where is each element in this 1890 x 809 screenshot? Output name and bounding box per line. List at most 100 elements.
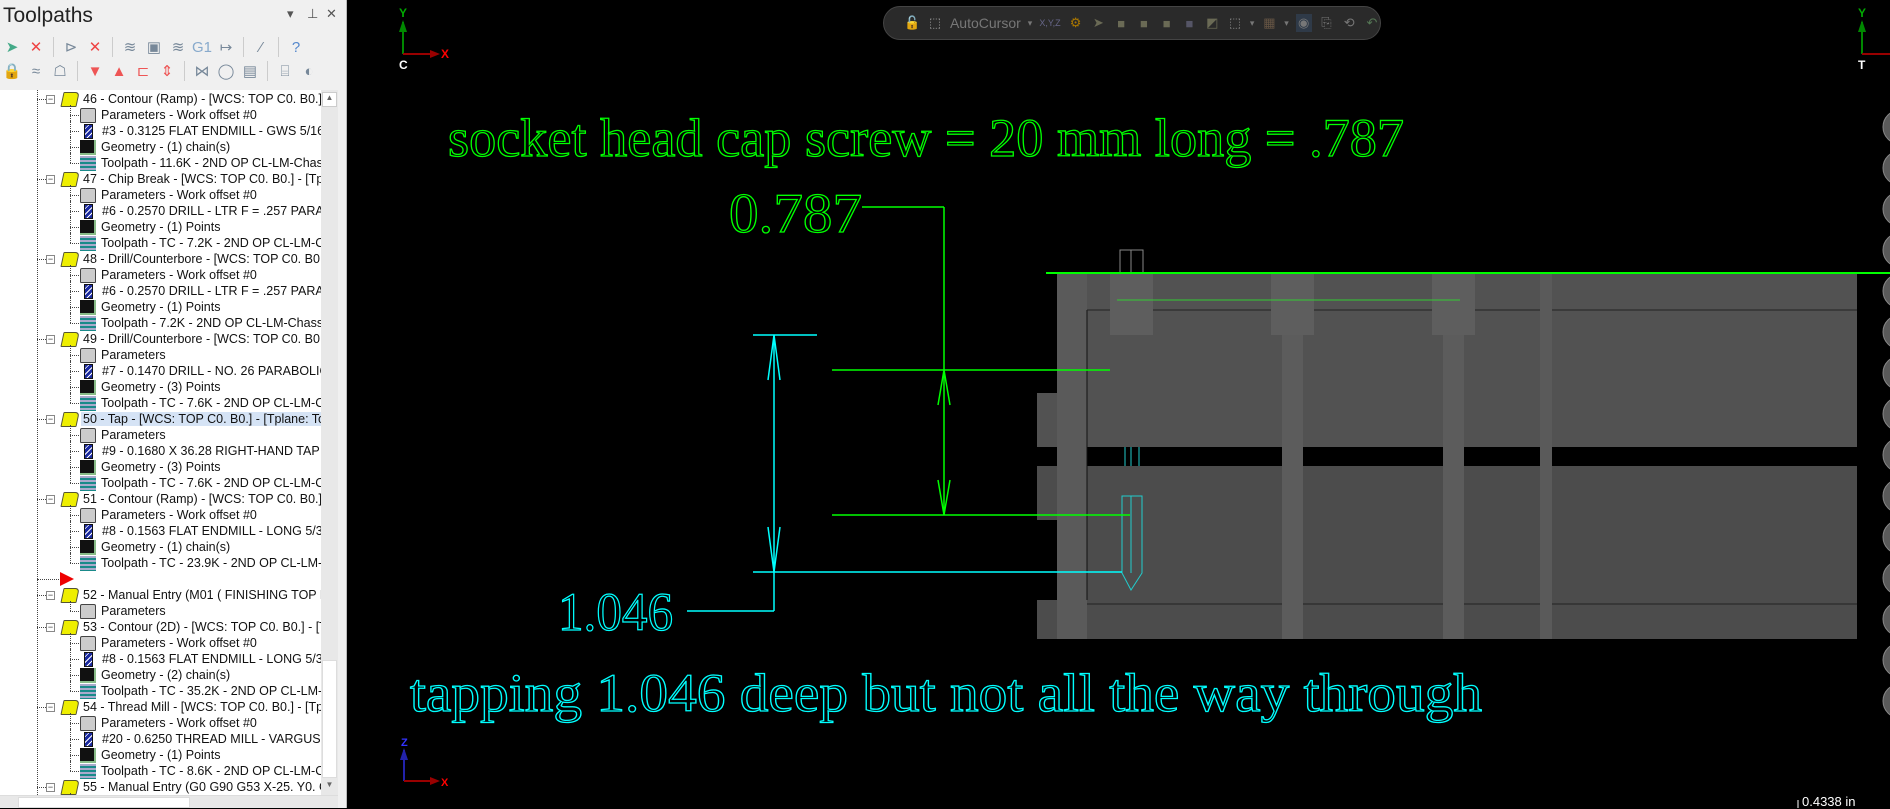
cycle-select-icon[interactable]: ⟲: [1341, 14, 1357, 32]
tree-item-params[interactable]: Parameters - Work offset #0: [80, 635, 259, 651]
shaded-cube-icon[interactable]: ◩: [1204, 14, 1220, 32]
ghost-icon[interactable]: ☖: [50, 61, 70, 81]
scroll-thumb[interactable]: [322, 660, 337, 778]
tree-item-op[interactable]: 55 - Manual Entry (G0 G90 G53 X-25. Y0. …: [60, 779, 321, 795]
tree-item-params[interactable]: Parameters - Work offset #0: [80, 187, 259, 203]
tree-item-op[interactable]: 52 - Manual Entry (M01 ( FINISHING TOP D…: [60, 587, 321, 603]
autocursor-dropdown[interactable]: AutoCursor: [950, 15, 1021, 31]
window-select-icon[interactable]: ⬚: [1227, 14, 1243, 32]
viewport-side-button[interactable]: [1882, 356, 1890, 390]
tree-item-op[interactable]: 54 - Thread Mill - [WCS: TOP C0. B0.] - …: [60, 699, 321, 715]
select-all-icon[interactable]: ➤: [2, 37, 22, 57]
cube-select-icon[interactable]: ■: [1182, 14, 1198, 32]
tree-item-tool[interactable]: #8 - 0.1563 FLAT ENDMILL - LONG 5/32 X 3…: [80, 651, 321, 667]
body-select-icon[interactable]: ■: [1159, 14, 1175, 32]
tree-item-op[interactable]: 46 - Contour (Ramp) - [WCS: TOP C0. B0.]…: [60, 91, 321, 107]
select-pointer-icon[interactable]: ➤: [1090, 14, 1106, 32]
hscroll-thumb[interactable]: [18, 797, 190, 808]
autocursor-icon[interactable]: ⬚: [927, 14, 943, 32]
chevron-down-icon[interactable]: ▾: [1028, 18, 1033, 29]
viewport-side-button[interactable]: [1882, 643, 1890, 677]
tree-item-toolpath[interactable]: Toolpath - 7.2K - 2ND OP CL-LM-Chassis-1…: [80, 315, 321, 331]
tree-item-toolpath[interactable]: Toolpath - TC - 8.6K - 2ND OP CL-LM-Chas…: [80, 763, 321, 779]
collapse-toggle[interactable]: −: [46, 783, 55, 792]
close-icon[interactable]: ✕: [326, 6, 337, 22]
toolpaths-tree[interactable]: − 46 - Contour (Ramp) - [WCS: TOP C0. B0.…: [0, 90, 321, 795]
tree-item-toolpath[interactable]: Toolpath - TC - 23.9K - 2ND OP CL-LM-Cha…: [80, 555, 321, 571]
tree-item-tool[interactable]: #7 - 0.1470 DRILL - NO. 26 PARABOLIC ACC…: [80, 363, 321, 379]
machine-icon[interactable]: ⌸: [275, 61, 295, 81]
tree-item-params[interactable]: Parameters - Work offset #0: [80, 507, 259, 523]
collapse-toggle[interactable]: −: [46, 495, 55, 504]
g1-icon[interactable]: G1: [192, 37, 212, 57]
add-gear-icon[interactable]: ⚙: [1068, 14, 1084, 32]
vertical-scrollbar[interactable]: ▲ ▼: [321, 90, 338, 795]
viewport-side-button[interactable]: [1882, 397, 1890, 431]
collapse-toggle[interactable]: −: [46, 703, 55, 712]
tree-item-op[interactable]: 48 - Drill/Counterbore - [WCS: TOP C0. B…: [60, 251, 321, 267]
tree-item-tool[interactable]: #6 - 0.2570 DRILL - LTR F = .257 PARABOL…: [80, 203, 321, 219]
viewport-side-button[interactable]: [1882, 438, 1890, 472]
area-select-icon[interactable]: ▦: [1261, 14, 1277, 32]
select-only-icon[interactable]: ⋈: [192, 61, 212, 81]
regen-dirty-icon[interactable]: ✕: [85, 37, 105, 57]
tree-item-params[interactable]: Parameters - Work offset #0: [80, 267, 259, 283]
horizontal-scrollbar[interactable]: [0, 795, 338, 808]
face-select-icon[interactable]: ■: [1136, 14, 1152, 32]
chevron-down-icon[interactable]: ▾: [1284, 18, 1289, 29]
viewport-side-button[interactable]: [1882, 684, 1890, 718]
tree-item-tool[interactable]: #9 - 0.1680 X 36.28 RIGHT-HAND TAP - M4 …: [80, 443, 321, 459]
tree-item-op[interactable]: 49 - Drill/Counterbore - [WCS: TOP C0. B…: [60, 331, 321, 347]
viewport-side-button[interactable]: [1882, 233, 1890, 267]
regen-selected-icon[interactable]: ⊳: [61, 37, 81, 57]
tree-item-geometry[interactable]: Geometry - (1) chain(s): [80, 539, 232, 555]
select-clipboard-icon[interactable]: ⎘: [1319, 14, 1335, 32]
scroll-up-icon[interactable]: ▲: [322, 92, 337, 107]
simulate-icon[interactable]: ≋: [168, 37, 188, 57]
lock-icon[interactable]: 🔒: [2, 61, 22, 81]
tree-item-geometry[interactable]: Geometry - (1) Points: [80, 747, 222, 763]
viewport-side-button[interactable]: [1882, 602, 1890, 636]
viewport-side-button[interactable]: [1882, 479, 1890, 513]
verify-selection-icon[interactable]: ◉: [1295, 14, 1312, 32]
tree-item-toolpath[interactable]: Toolpath - TC - 7.6K - 2ND OP CL-LM-Chas…: [80, 395, 321, 411]
tree-item-marker[interactable]: [60, 571, 74, 587]
collapse-toggle[interactable]: −: [46, 623, 55, 632]
tree-item-tool[interactable]: #6 - 0.2570 DRILL - LTR F = .257 PARABOL…: [80, 283, 321, 299]
collapse-toggle[interactable]: −: [46, 591, 55, 600]
collapse-toggle[interactable]: −: [46, 255, 55, 264]
toggle-display-icon[interactable]: ≈: [26, 61, 46, 81]
tree-item-geometry[interactable]: Geometry - (3) Points: [80, 379, 222, 395]
move-up-icon[interactable]: ▲: [109, 61, 129, 81]
tree-item-params[interactable]: Parameters - Work offset #0: [80, 715, 259, 731]
undo-select-icon[interactable]: ↶: [1364, 14, 1380, 32]
tree-item-toolpath[interactable]: Toolpath - TC - 7.6K - 2ND OP CL-LM-Chas…: [80, 475, 321, 491]
chevron-down-icon[interactable]: ▾: [1250, 18, 1255, 29]
viewport-side-button[interactable]: [1882, 520, 1890, 554]
pin-icon[interactable]: ⊥: [307, 6, 318, 22]
collapse-toggle[interactable]: −: [46, 415, 55, 424]
tree-item-params[interactable]: Parameters: [80, 603, 168, 619]
expand-icon[interactable]: ◯: [216, 61, 236, 81]
scroll-to-arrow-icon[interactable]: ⇕: [157, 61, 177, 81]
tree-item-toolpath[interactable]: Toolpath - TC - 35.2K - 2ND OP CL-LM-Cha…: [80, 683, 321, 699]
insert-arrow-icon[interactable]: ⊏: [133, 61, 153, 81]
help-icon[interactable]: ?: [286, 37, 306, 57]
tree-item-tool[interactable]: #20 - 0.6250 THREAD MILL - VARGUS 5/8 X …: [80, 731, 321, 747]
tree-item-op[interactable]: 53 - Contour (2D) - [WCS: TOP C0. B0.] -…: [60, 619, 321, 635]
deselect-icon[interactable]: ✕: [26, 37, 46, 57]
solid-select-icon[interactable]: ■: [1113, 14, 1129, 32]
viewport-side-button[interactable]: [1882, 274, 1890, 308]
backplot-icon[interactable]: ≋: [120, 37, 140, 57]
highlight-icon[interactable]: ⁄: [251, 37, 271, 57]
scroll-down-icon[interactable]: ▼: [322, 780, 337, 794]
tree-item-op[interactable]: 51 - Contour (Ramp) - [WCS: TOP C0. B0.]…: [60, 491, 321, 507]
tree-item-tool[interactable]: #3 - 0.3125 FLAT ENDMILL - GWS 5/16 X 3 …: [80, 123, 321, 139]
tree-item-tool[interactable]: #8 - 0.1563 FLAT ENDMILL - LONG 5/32 X 3…: [80, 523, 321, 539]
tree-item-toolpath[interactable]: Toolpath - 11.6K - 2ND OP CL-LM-Chassis-…: [80, 155, 321, 171]
viewport-side-button[interactable]: [1882, 192, 1890, 226]
move-down-icon[interactable]: ▼: [85, 61, 105, 81]
tree-item-geometry[interactable]: Geometry - (1) Points: [80, 219, 222, 235]
tree-item-geometry[interactable]: Geometry - (1) chain(s): [80, 139, 232, 155]
verify-icon[interactable]: ▣: [144, 37, 164, 57]
